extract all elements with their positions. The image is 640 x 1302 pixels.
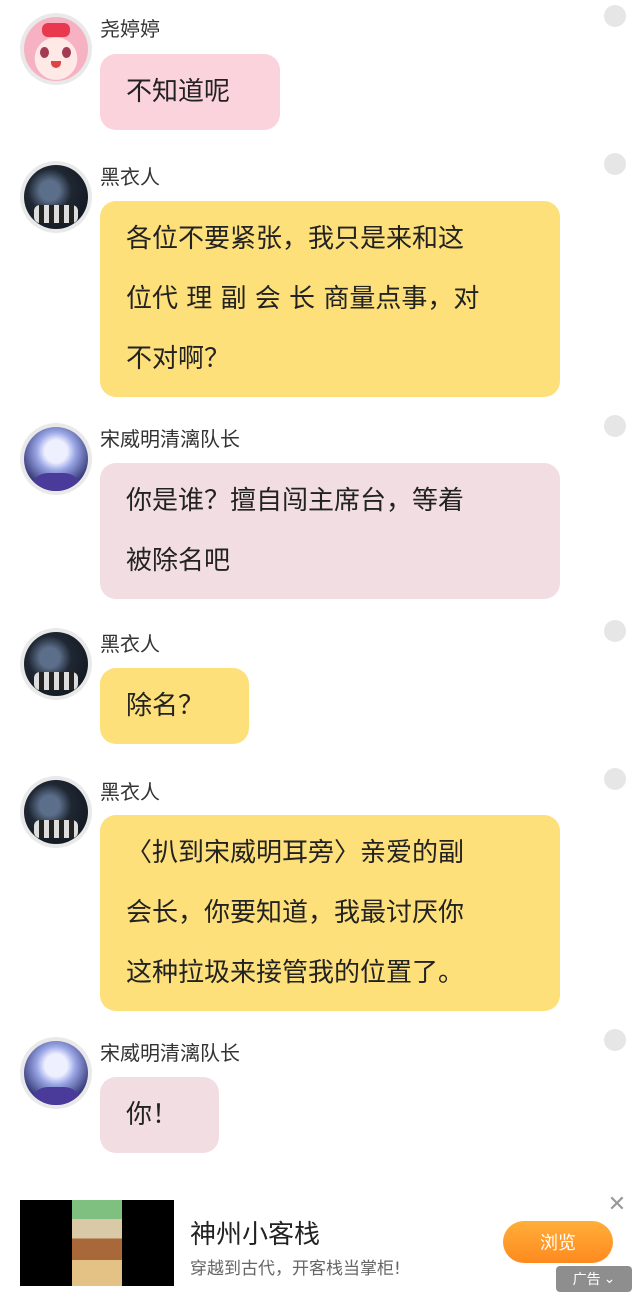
sender-name: 宋威明清漓队长 (100, 1041, 240, 1065)
ad-badge[interactable]: 广告 ⌄ (556, 1266, 632, 1292)
more-options-dot[interactable] (604, 153, 626, 175)
dark-character-avatar-icon[interactable] (20, 776, 92, 848)
purple-hair-avatar-icon[interactable] (20, 1037, 92, 1109)
ad-title[interactable]: 神州小客栈 (190, 1214, 320, 1251)
message-bubble[interactable]: 各位不要紧张，我只是来和这 位代 理 副 会 长 商量点事，对 不对啊？ (100, 201, 560, 397)
sender-name: 黑衣人 (100, 632, 160, 656)
sender-name: 黑衣人 (100, 165, 160, 189)
message-bubble[interactable]: 不知道呢 (100, 54, 280, 130)
ad-badge-label: 广告 (572, 1272, 601, 1288)
more-options-dot[interactable] (604, 5, 626, 27)
sender-name: 尧婷婷 (100, 17, 160, 41)
browse-button[interactable]: 浏览 (503, 1221, 613, 1263)
more-options-dot[interactable] (604, 1029, 626, 1051)
ad-game-thumbnail[interactable] (20, 1200, 174, 1286)
sender-name: 宋威明清漓队长 (100, 427, 240, 451)
message-bubble[interactable]: 除名？ (100, 668, 249, 744)
chevron-down-icon: ⌄ (603, 1271, 616, 1287)
girl-avatar-icon[interactable] (20, 13, 92, 85)
dark-character-avatar-icon[interactable] (20, 628, 92, 700)
ad-banner[interactable]: 神州小客栈 穿越到古代，开客栈当掌柜! 浏览 ✕ 广告 ⌄ (0, 1190, 640, 1302)
message-bubble[interactable]: 你！ (100, 1077, 219, 1153)
more-options-dot[interactable] (604, 768, 626, 790)
message-bubble[interactable]: 〈扒到宋威明耳旁〉亲爱的副 会长，你要知道，我最讨厌你 这种拉圾来接管我的位置了… (100, 815, 560, 1011)
close-icon[interactable]: ✕ (606, 1194, 628, 1216)
dark-character-avatar-icon[interactable] (20, 161, 92, 233)
more-options-dot[interactable] (604, 620, 626, 642)
message-bubble[interactable]: 你是谁？擅自闯主席台，等着 被除名吧 (100, 463, 560, 599)
purple-hair-avatar-icon[interactable] (20, 423, 92, 495)
sender-name: 黑衣人 (100, 780, 160, 804)
more-options-dot[interactable] (604, 415, 626, 437)
ad-subtitle: 穿越到古代，开客栈当掌柜! (190, 1259, 401, 1279)
